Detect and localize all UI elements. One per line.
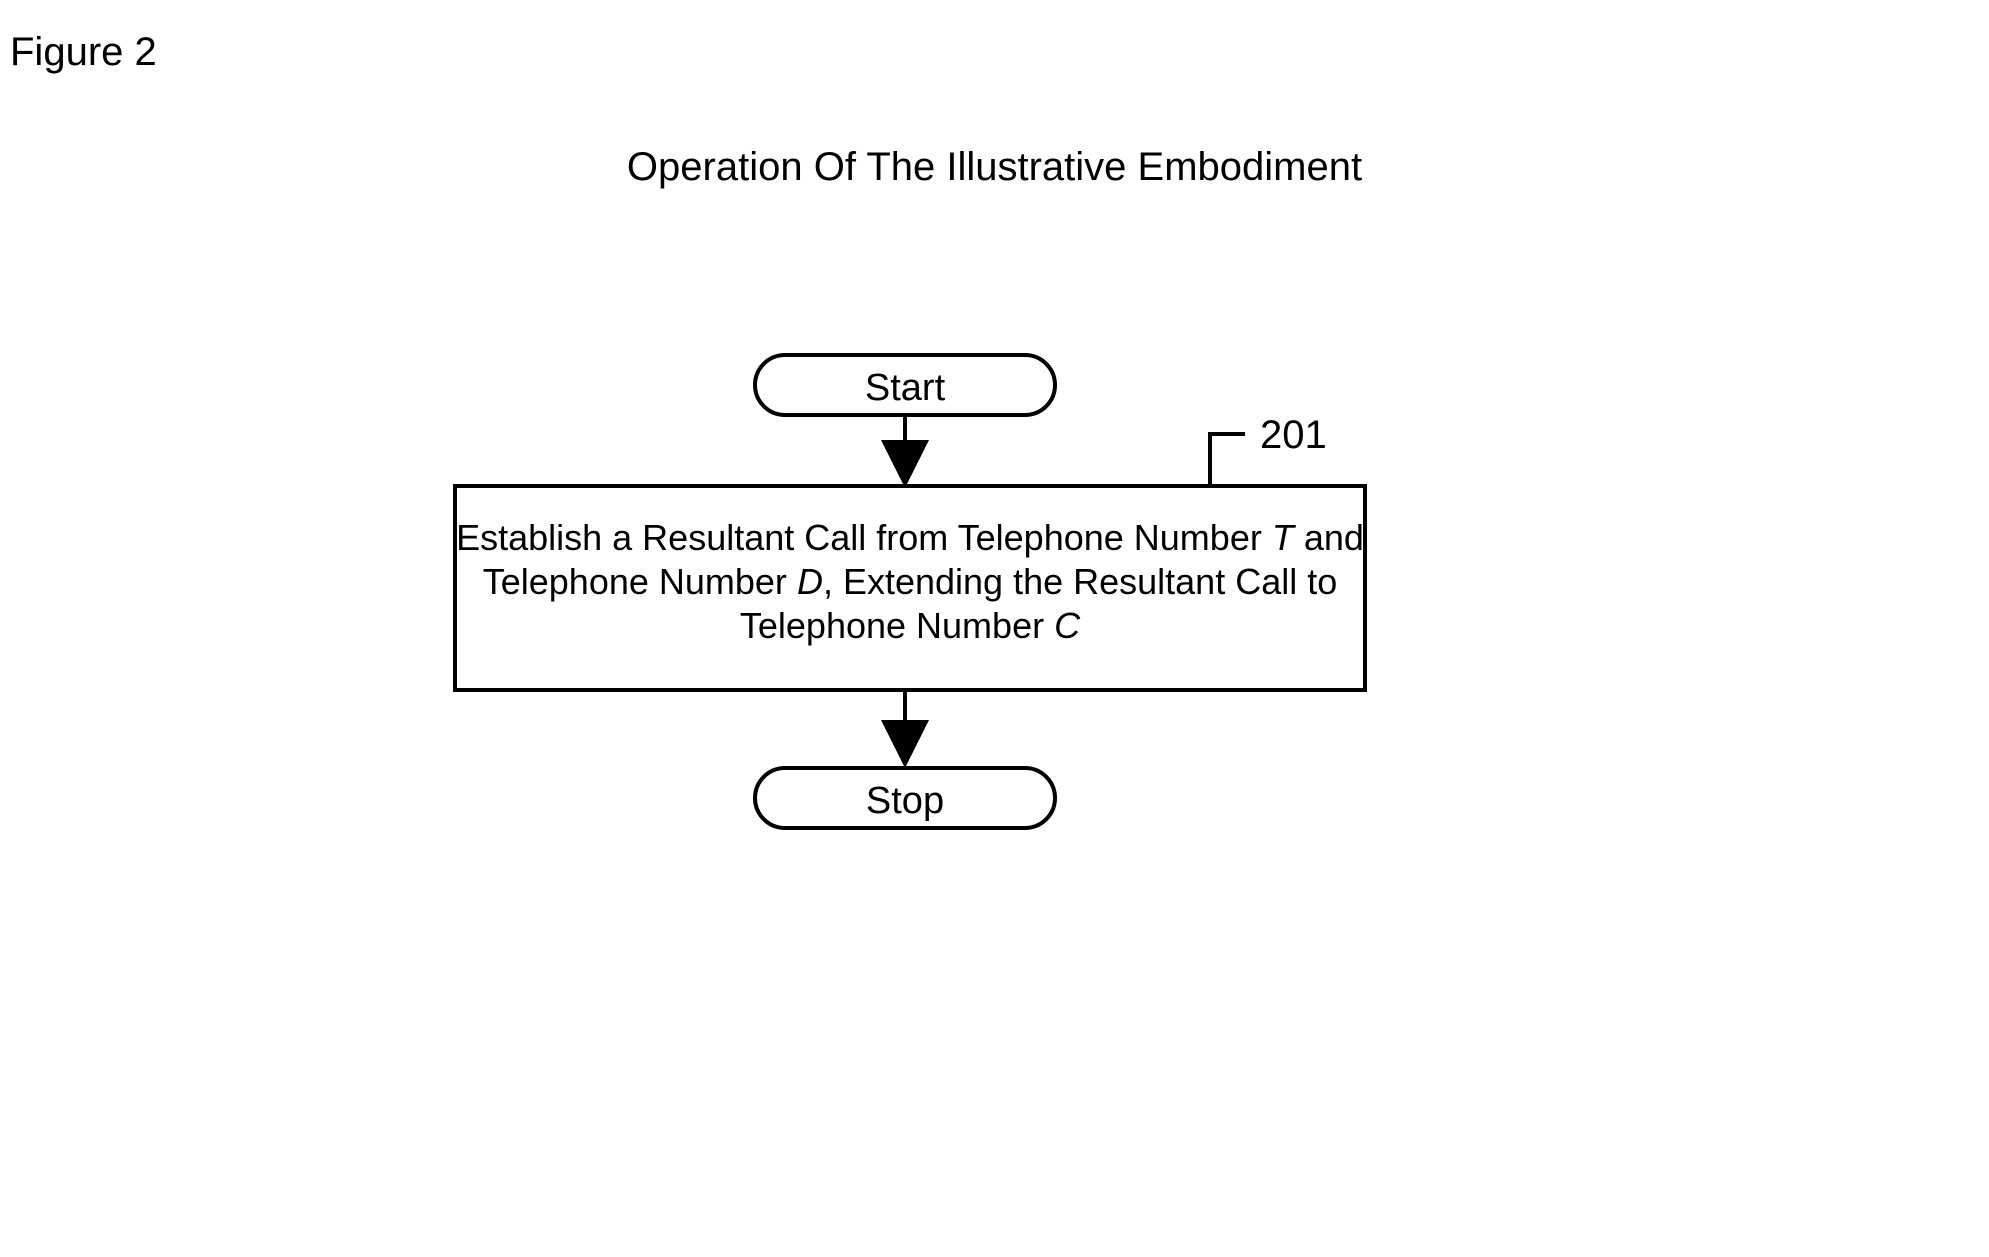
start-label: Start bbox=[865, 367, 946, 409]
flowchart-svg: Start 201 Establish a Resultant Call fro… bbox=[0, 0, 1989, 1257]
reference-201: 201 bbox=[1210, 413, 1327, 486]
page: Figure 2 Operation Of The Illustrative E… bbox=[0, 0, 1989, 1257]
reference-number: 201 bbox=[1260, 413, 1327, 457]
stop-node: Stop bbox=[755, 768, 1055, 828]
stop-label: Stop bbox=[866, 780, 944, 822]
step-201-node: Establish a Resultant Call from Telephon… bbox=[455, 486, 1365, 690]
step-line-3: Telephone Number C bbox=[740, 605, 1081, 646]
step-line-1: Establish a Resultant Call from Telephon… bbox=[456, 517, 1364, 558]
step-line-2: Telephone Number D, Extending the Result… bbox=[483, 561, 1338, 602]
start-node: Start bbox=[755, 355, 1055, 415]
